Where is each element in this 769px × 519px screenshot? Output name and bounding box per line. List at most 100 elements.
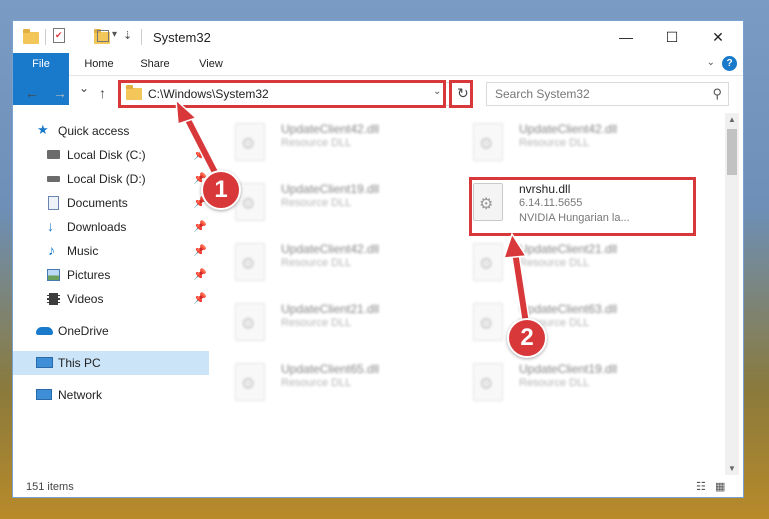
dll-file-icon: ⚙: [473, 363, 503, 401]
sidebar-item-local-disk-c[interactable]: Local Disk (C:) 📌: [13, 143, 209, 167]
customize-icon[interactable]: [97, 30, 109, 42]
sidebar-item-network[interactable]: Network: [13, 383, 209, 407]
list-item[interactable]: ⚙ UpdateClient42.dll Resource DLL: [223, 237, 443, 289]
sidebar-item-videos[interactable]: Videos 📌: [13, 287, 209, 311]
sidebar-item-label: Documents: [67, 196, 128, 210]
pin-icon[interactable]: 📌: [193, 143, 207, 167]
music-icon: ♪: [48, 242, 55, 258]
sidebar-item-label: This PC: [58, 356, 101, 370]
file-name: UpdateClient21.dll: [281, 302, 380, 316]
sidebar-item-label: OneDrive: [58, 324, 109, 338]
dll-file-icon: ⚙: [235, 123, 265, 161]
sidebar-item-pictures[interactable]: Pictures 📌: [13, 263, 209, 287]
customize-toolbar-icon[interactable]: ⇣: [123, 29, 132, 45]
tab-share[interactable]: Share: [131, 53, 179, 75]
list-item[interactable]: ⚙ UpdateClient65.dll Resource DLL: [223, 357, 443, 409]
sidebar-item-label: Network: [58, 388, 103, 402]
vertical-scrollbar[interactable]: ▲ ▼: [725, 113, 739, 475]
dll-file-icon: ⚙: [235, 363, 265, 401]
file-name: UpdateClient65.dll: [281, 362, 380, 376]
pin-icon[interactable]: 📌: [193, 215, 207, 239]
pin-icon[interactable]: 📌: [193, 239, 207, 263]
search-input[interactable]: Search System32: [495, 87, 590, 101]
list-item[interactable]: ⚙ UpdateClient21.dll Resource DLL: [461, 237, 681, 289]
navigation-bar: ← → ⌄ ↑ C:\Windows\System32 ⌄ ↻ Search S…: [13, 77, 743, 111]
sidebar-item-label: Music: [67, 244, 99, 258]
sidebar-item-documents[interactable]: Documents 📌: [13, 191, 209, 215]
tab-home[interactable]: Home: [75, 53, 123, 75]
file-name: UpdateClient42.dll: [281, 122, 380, 136]
details-view-icon[interactable]: ☷: [696, 481, 708, 493]
list-item[interactable]: ⚙ UpdateClient42.dll Resource DLL: [223, 117, 443, 169]
file-name: UpdateClient19.dll: [281, 182, 380, 196]
properties-icon[interactable]: ✔: [53, 28, 65, 43]
list-item[interactable]: ⚙ UpdateClient21.dll Resource DLL: [223, 297, 443, 349]
list-item[interactable]: ⚙ UpdateClient19.dll Resource DLL: [223, 177, 443, 229]
address-highlight-box: [118, 80, 446, 108]
computer-icon: [36, 357, 53, 368]
file-type: Resource DLL: [519, 257, 590, 269]
close-button[interactable]: ✕: [695, 21, 741, 53]
large-icons-view-icon[interactable]: ▦: [715, 481, 727, 493]
cloud-icon: [36, 327, 53, 335]
help-button[interactable]: ?: [722, 56, 737, 71]
ribbon: File Home Share View ⌄ ?: [13, 53, 743, 105]
sidebar-item-onedrive[interactable]: OneDrive: [13, 319, 209, 343]
minimize-button[interactable]: —: [603, 21, 649, 53]
sidebar-item-label: Quick access: [58, 124, 130, 138]
search-box[interactable]: Search System32 ⚲: [486, 82, 729, 106]
sidebar-item-downloads[interactable]: ↓ Downloads 📌: [13, 215, 209, 239]
refresh-highlight-box: [449, 80, 473, 108]
sidebar-item-local-disk-d[interactable]: Local Disk (D:) 📌: [13, 167, 209, 191]
list-item[interactable]: ⚙ UpdateClient19.dll Resource DLL: [461, 357, 681, 409]
maximize-button[interactable]: ☐: [649, 21, 695, 53]
sidebar-item-music[interactable]: ♪ Music 📌: [13, 239, 209, 263]
file-name: UpdateClient63.dll: [519, 302, 618, 316]
file-explorer-window: ✔ ▾ ⇣ System32 — ☐ ✕ File Home Share Vie…: [12, 20, 744, 498]
sidebar-item-label: Downloads: [67, 220, 127, 234]
file-name: UpdateClient42.dll: [281, 242, 380, 256]
star-icon: ★: [37, 122, 49, 137]
back-button[interactable]: ←: [25, 85, 39, 101]
scroll-up-icon[interactable]: ▲: [728, 115, 736, 124]
file-type: Resource DLL: [519, 377, 590, 389]
sidebar-item-this-pc[interactable]: This PC: [13, 351, 209, 375]
callout-step-1: 1: [201, 170, 241, 210]
window-title: System32: [153, 30, 211, 45]
sidebar-item-label: Pictures: [67, 268, 111, 282]
quick-access-dropdown[interactable]: ▾: [112, 29, 117, 45]
pin-icon[interactable]: 📌: [193, 287, 207, 311]
navigation-pane: ★ Quick access Local Disk (C:) 📌 Local D…: [13, 113, 209, 463]
dll-file-icon: ⚙: [473, 303, 503, 341]
search-icon: ⚲: [712, 86, 722, 101]
dll-file-icon: ⚙: [235, 303, 265, 341]
dll-file-icon: ⚙: [235, 243, 265, 281]
folder-icon: [23, 29, 39, 44]
expand-ribbon-icon[interactable]: ⌄: [707, 57, 715, 68]
toolbar-divider: [45, 29, 46, 45]
list-item[interactable]: ⚙ UpdateClient63.dll Resource DLL: [461, 297, 681, 349]
sidebar-item-label: Videos: [67, 292, 104, 306]
file-list: ⚙ UpdateClient42.dll Resource DLL ⚙ Upda…: [223, 113, 723, 473]
dll-file-icon: ⚙: [473, 243, 503, 281]
scrollbar-thumb[interactable]: [727, 129, 737, 175]
status-bar: 151 items ☷ ▦: [13, 477, 743, 497]
forward-button[interactable]: →: [53, 85, 67, 101]
item-count: 151 items: [26, 481, 74, 493]
scroll-down-icon[interactable]: ▼: [728, 464, 736, 473]
file-name: UpdateClient21.dll: [519, 242, 618, 256]
pin-icon[interactable]: 📌: [193, 263, 207, 287]
list-item[interactable]: ⚙ UpdateClient42.dll Resource DLL: [461, 117, 681, 169]
file-type: Resource DLL: [281, 317, 352, 329]
sidebar-item-quick-access[interactable]: ★ Quick access: [13, 119, 209, 143]
file-name: UpdateClient42.dll: [519, 122, 618, 136]
file-name: UpdateClient19.dll: [519, 362, 618, 376]
download-icon: ↓: [47, 218, 54, 234]
file-type: Resource DLL: [281, 137, 352, 149]
recent-locations-button[interactable]: ⌄: [79, 81, 89, 95]
file-type: Resource DLL: [281, 257, 352, 269]
tab-view[interactable]: View: [187, 53, 235, 75]
up-button[interactable]: ↑: [99, 85, 106, 101]
toolbar-divider: [141, 29, 142, 45]
drive-icon: [47, 176, 60, 182]
